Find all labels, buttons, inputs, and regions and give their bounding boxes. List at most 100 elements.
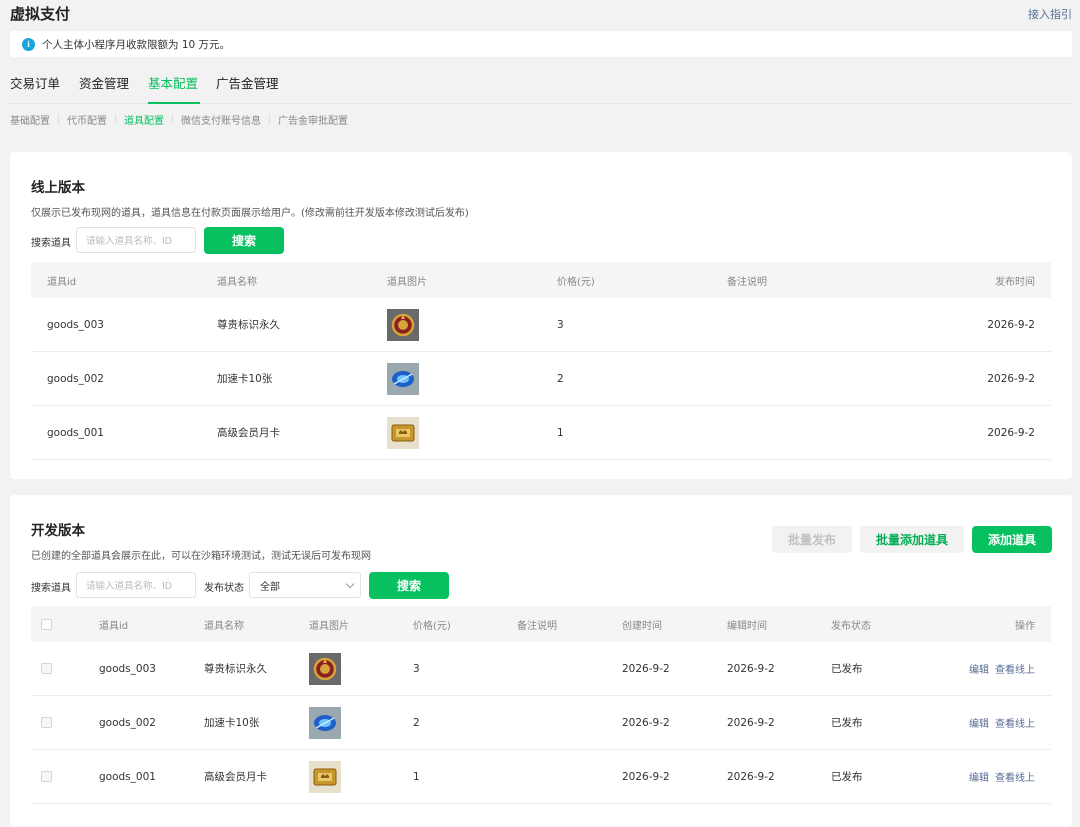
online-search-button[interactable]: 搜索	[204, 227, 284, 254]
subtab-items[interactable]: 道具配置	[124, 112, 164, 127]
divider	[115, 114, 116, 124]
subtab-ad-approval[interactable]: 广告金审批配置	[278, 112, 348, 127]
select-all-cell	[41, 606, 52, 642]
add-item-button[interactable]: 添加道具	[972, 526, 1052, 553]
item-image-cell	[309, 696, 341, 749]
table-row: goods_003 尊贵标识永久 3 2026-9-2 2026-9-2 已发布…	[31, 642, 1051, 696]
status-badge: 已发布	[831, 663, 863, 675]
item-image-cell	[387, 352, 419, 405]
batch-add-button[interactable]: 批量添加道具	[860, 526, 964, 553]
row-checkbox[interactable]	[41, 771, 52, 782]
dev-table: 道具id 道具名称 道具图片 价格(元) 备注说明 创建时间 编辑时间 发布状态…	[31, 606, 1051, 806]
item-id: goods_001	[47, 426, 104, 439]
item-image-cell	[309, 642, 341, 695]
speed-card-image	[387, 362, 419, 395]
subtab-token[interactable]: 代币配置	[67, 112, 107, 127]
online-version-card: 线上版本 仅展示已发布现网的道具，道具信息在付款页面展示给用户。(修改需前往开发…	[10, 152, 1072, 479]
item-created-time: 2026-9-2	[622, 662, 670, 675]
tab-basic-config[interactable]: 基本配置	[148, 73, 198, 92]
batch-publish-button[interactable]: 批量发布	[772, 526, 852, 553]
item-publish-time: 2026-9-2	[987, 426, 1035, 439]
item-edited-time: 2026-9-2	[727, 716, 775, 729]
col-item-name: 道具名称	[204, 620, 244, 632]
col-actions: 操作	[1015, 620, 1035, 632]
speed-card-image	[309, 706, 341, 739]
table-row: goods_001 高级会员月卡 1 2026-9-2	[31, 406, 1051, 460]
page-title: 虚拟支付	[10, 5, 71, 23]
sub-tabs: 基础配置 代币配置 道具配置 微信支付账号信息 广告金审批配置	[10, 112, 348, 127]
chevron-down-icon	[345, 579, 355, 589]
item-id: goods_003	[99, 662, 156, 675]
col-created-time: 创建时间	[622, 620, 662, 632]
edit-link[interactable]: 编辑	[969, 769, 989, 784]
item-edited-time: 2026-9-2	[727, 662, 775, 675]
edit-link[interactable]: 编辑	[969, 715, 989, 730]
online-desc: 仅展示已发布现网的道具，道具信息在付款页面展示给用户。(修改需前往开发版本修改测…	[31, 208, 469, 219]
subtab-basic[interactable]: 基础配置	[10, 112, 50, 127]
main-tabs: 交易订单 资金管理 基本配置 广告金管理	[10, 60, 1072, 104]
view-online-link[interactable]: 查看线上	[995, 661, 1035, 676]
item-name: 加速卡10张	[204, 717, 260, 729]
col-remark: 备注说明	[727, 276, 767, 288]
item-name: 尊贵标识永久	[204, 663, 267, 675]
dev-table-header: 道具id 道具名称 道具图片 价格(元) 备注说明 创建时间 编辑时间 发布状态…	[31, 606, 1051, 642]
item-created-time: 2026-9-2	[622, 770, 670, 783]
info-icon: i	[22, 37, 35, 51]
item-name: 加速卡10张	[217, 373, 273, 385]
item-name: 尊贵标识永久	[217, 319, 280, 331]
status-select[interactable]: 全部	[249, 572, 361, 598]
status-badge: 已发布	[831, 771, 863, 783]
view-online-link[interactable]: 查看线上	[995, 769, 1035, 784]
item-price: 3	[413, 662, 420, 675]
edit-link[interactable]: 编辑	[969, 661, 989, 676]
subtab-wechat-pay[interactable]: 微信支付账号信息	[181, 112, 261, 127]
dev-search-input[interactable]: 请输入道具名称、ID	[76, 572, 196, 598]
item-edited-time: 2026-9-2	[727, 770, 775, 783]
col-item-name: 道具名称	[217, 276, 257, 288]
col-publish-status: 发布状态	[831, 620, 871, 632]
col-item-image: 道具图片	[309, 620, 349, 632]
item-image-cell	[309, 750, 341, 803]
view-online-link[interactable]: 查看线上	[995, 715, 1035, 730]
item-name: 高级会员月卡	[217, 427, 280, 439]
tab-ad-funds[interactable]: 广告金管理	[216, 73, 279, 92]
item-image-cell	[387, 298, 419, 351]
badge-image	[309, 652, 341, 685]
col-publish-time: 发布时间	[995, 276, 1035, 288]
badge-image	[387, 308, 419, 341]
divider	[58, 114, 59, 124]
dev-search-button[interactable]: 搜索	[369, 572, 449, 599]
active-tab-indicator	[148, 102, 200, 104]
item-price: 2	[413, 716, 420, 729]
row-checkbox[interactable]	[41, 717, 52, 728]
item-id: goods_001	[99, 770, 156, 783]
online-table-header: 道具id 道具名称 道具图片 价格(元) 备注说明 发布时间	[31, 262, 1051, 298]
divider	[172, 114, 173, 124]
online-table: 道具id 道具名称 道具图片 价格(元) 备注说明 发布时间 goods_003…	[31, 262, 1051, 460]
col-price: 价格(元)	[413, 620, 451, 632]
item-id: goods_002	[47, 372, 104, 385]
tab-orders[interactable]: 交易订单	[10, 73, 60, 92]
row-actions: 编辑 查看线上	[969, 642, 1035, 695]
item-price: 3	[557, 318, 564, 331]
table-row: goods_001 高级会员月卡 1 2026-9-2 2026-9-2 已发布…	[31, 750, 1051, 804]
select-all-checkbox[interactable]	[41, 618, 52, 630]
row-actions: 编辑 查看线上	[969, 696, 1035, 749]
dev-title: 开发版本	[31, 523, 85, 539]
divider	[269, 114, 270, 124]
dev-desc: 已创建的全部道具会展示在此，可以在沙箱环境测试，测试无误后可发布现网	[31, 551, 371, 562]
guide-link[interactable]: 接入指引	[1028, 6, 1072, 22]
row-actions: 编辑 查看线上	[969, 750, 1035, 803]
item-price: 1	[413, 770, 420, 783]
row-checkbox[interactable]	[41, 663, 52, 674]
status-badge: 已发布	[831, 717, 863, 729]
tab-funds[interactable]: 资金管理	[79, 73, 129, 92]
item-publish-time: 2026-9-2	[987, 318, 1035, 331]
online-search-input[interactable]: 请输入道具名称、ID	[76, 227, 196, 253]
table-row: goods_002 加速卡10张 2 2026-9-2 2026-9-2 已发布…	[31, 696, 1051, 750]
col-price: 价格(元)	[557, 276, 595, 288]
row-select-cell	[41, 750, 52, 803]
item-price: 1	[557, 426, 564, 439]
vip-card-image	[387, 416, 419, 449]
notice-bar: i 个人主体小程序月收款限额为 10 万元。	[10, 31, 1072, 57]
